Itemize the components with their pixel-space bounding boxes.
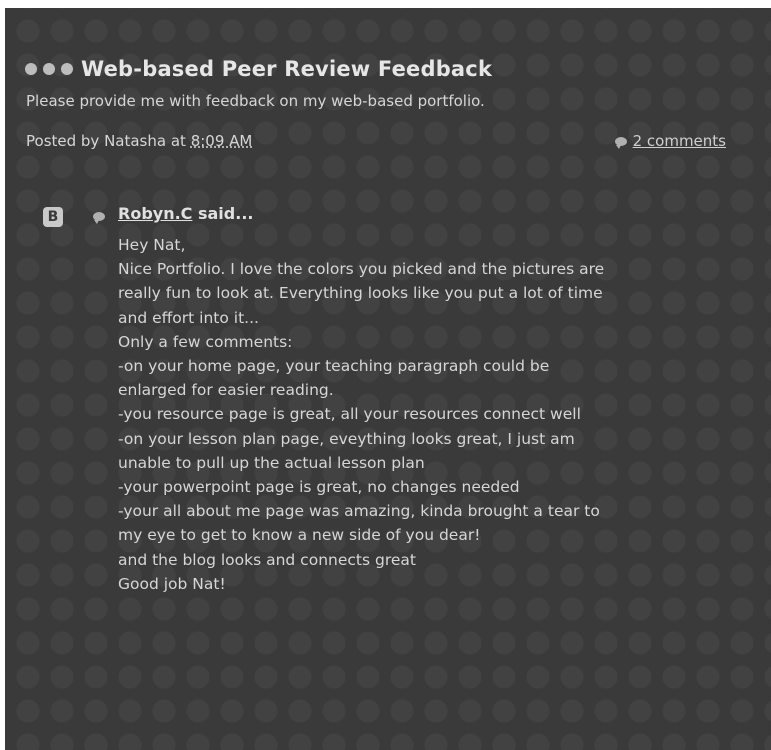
blogger-icon[interactable]: B	[43, 207, 63, 227]
comment-bubble-icon	[93, 212, 105, 224]
comment-line: and the blog looks and connects great	[118, 550, 416, 569]
comments-count-label[interactable]: 2 comments	[633, 132, 726, 150]
post-title: Web-based Peer Review Feedback	[81, 57, 493, 81]
comment-line: Nice Portfolio. I love the colors you pi…	[118, 260, 605, 279]
comment-line: Hey Nat,	[118, 236, 186, 254]
comment-line: unable to pull up the actual lesson plan	[118, 453, 425, 472]
comment-line: and effort into it...	[118, 308, 259, 327]
comment-line: Good job Nat!	[118, 574, 226, 593]
comment-line: -on your lesson plan page, eveything loo…	[118, 429, 575, 448]
posted-by-label: Posted by Natasha at	[26, 132, 191, 150]
comment-line: really fun to look at. Everything looks …	[118, 284, 603, 303]
comment-line: -you resource page is great, all your re…	[118, 405, 581, 424]
comment-said-label: said...	[192, 204, 254, 223]
comment-line: -your all about me page was amazing, kin…	[118, 502, 600, 521]
comment-header: Robyn.C said...	[118, 204, 253, 223]
header-dot-icon	[25, 63, 37, 75]
comment-line: enlarged for easier reading.	[118, 381, 334, 400]
blog-post-container: Web-based Peer Review Feedback Please pr…	[5, 8, 771, 750]
post-body: Please provide me with feedback on my we…	[26, 92, 485, 110]
comment-line: my eye to get to know a new side of you …	[118, 526, 481, 545]
header-dot-icon	[43, 63, 55, 75]
comment-line: Only a few comments:	[118, 332, 293, 351]
comment-bubble-icon	[614, 136, 627, 149]
comment-line: -on your home page, your teaching paragr…	[118, 357, 550, 376]
post-time-link[interactable]: 8:09 AM	[191, 132, 253, 150]
comment-body: Hey Nat, Nice Portfolio. I love the colo…	[118, 233, 738, 596]
post-footer: Posted by Natasha at 8:09 AM 2 comments	[26, 132, 726, 150]
comments-link[interactable]: 2 comments	[614, 132, 726, 150]
comment-author-link[interactable]: Robyn.C	[118, 204, 192, 223]
comment-line: -your powerpoint page is great, no chang…	[118, 478, 520, 497]
header-dot-icon	[61, 63, 73, 75]
post-header: Web-based Peer Review Feedback	[25, 54, 492, 84]
